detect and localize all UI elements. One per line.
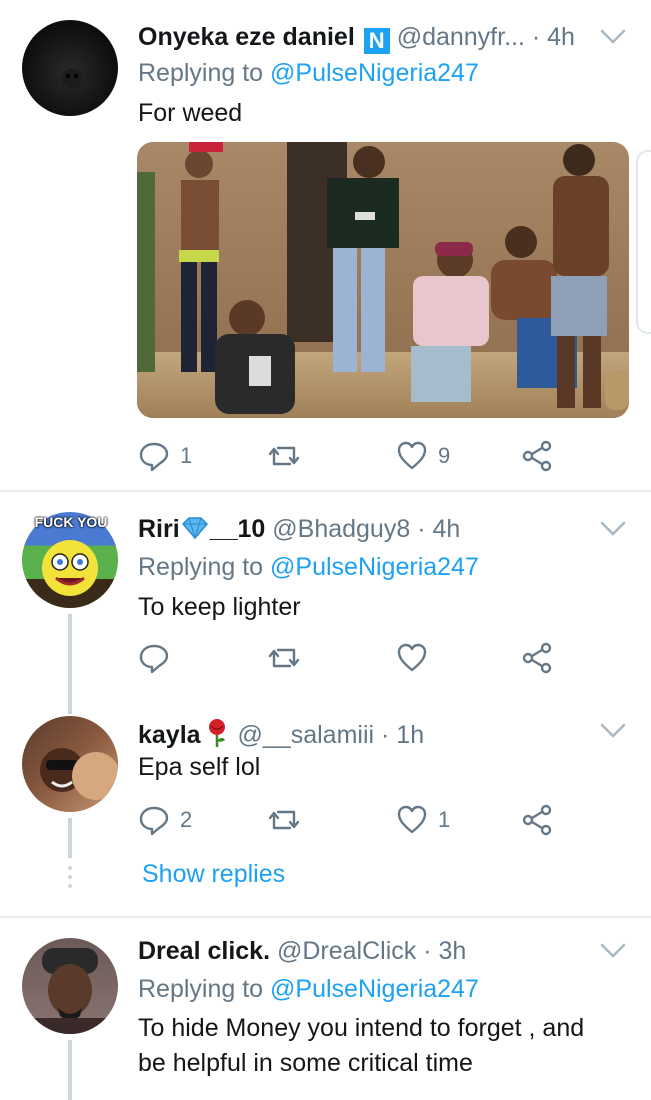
- tweet-4[interactable]: Dreal click. @DrealClick · 3h Replying t…: [0, 918, 651, 1100]
- handle[interactable]: @dannyfr...: [397, 23, 525, 51]
- reply-icon: [139, 644, 169, 674]
- display-name[interactable]: kayla: [138, 721, 201, 749]
- reply-count: 1: [180, 443, 193, 468]
- handle[interactable]: @Bhadguy8: [272, 515, 410, 543]
- tweet-text: Epa self lol: [138, 753, 261, 781]
- like-button[interactable]: 1: [396, 802, 450, 838]
- n-badge-icon: N: [363, 28, 390, 54]
- reply-icon: [139, 806, 169, 836]
- replying-to: Replying to @PulseNigeria247: [138, 975, 479, 1003]
- thread-dots: [68, 866, 72, 888]
- tweet-header: Riri __10 @Bhadguy8 · 4h: [138, 514, 460, 544]
- display-name[interactable]: Riri: [138, 515, 180, 543]
- replying-to-link[interactable]: @PulseNigeria247: [270, 59, 479, 87]
- avatar-skull-image: [62, 68, 82, 88]
- like-button[interactable]: [396, 640, 428, 676]
- tweet-2[interactable]: FUCK YOU Riri __10 @Bhadguy8 · 4h Replyin…: [0, 492, 651, 714]
- retweet-icon: [268, 648, 300, 668]
- share-button[interactable]: [522, 640, 554, 676]
- tweet-1[interactable]: Onyeka eze daniel N @dannyfr... · 4h Rep…: [0, 0, 651, 490]
- scrollbar[interactable]: [636, 150, 651, 334]
- avatar-photo-image: [22, 948, 118, 1034]
- show-replies-link[interactable]: Show replies: [142, 860, 285, 889]
- tweet-text-line-2: be helpful in some critical time: [138, 1049, 473, 1077]
- thread-line: [68, 818, 72, 858]
- retweet-button[interactable]: [268, 438, 310, 474]
- replying-to-link[interactable]: @PulseNigeria247: [270, 553, 479, 581]
- reply-icon: [139, 442, 169, 472]
- tweet-text: To keep lighter: [138, 593, 301, 621]
- like-button[interactable]: 9: [396, 438, 450, 474]
- reply-count: 2: [180, 807, 193, 832]
- tweet-header: kayla @__salamiii · 1h: [138, 718, 424, 750]
- reply-button[interactable]: 1: [138, 438, 192, 474]
- reply-button[interactable]: [138, 640, 180, 676]
- tweet-actions: 1 9: [138, 438, 558, 474]
- diamond-icon: [181, 517, 208, 540]
- share-icon: [522, 804, 552, 836]
- heart-icon: [397, 643, 427, 672]
- chevron-down-icon[interactable]: [600, 28, 626, 46]
- replying-to-link[interactable]: @PulseNigeria247: [270, 975, 479, 1003]
- tweet-actions: 2 1: [138, 802, 558, 838]
- chevron-down-icon[interactable]: [600, 722, 626, 740]
- thread-line: [68, 1040, 72, 1100]
- tweet-header: Onyeka eze daniel N @dannyfr... · 4h: [138, 22, 575, 54]
- chevron-down-icon[interactable]: [600, 520, 626, 538]
- thread-line: [68, 614, 72, 714]
- heart-icon: [397, 441, 427, 470]
- avatar[interactable]: [22, 938, 118, 1034]
- heart-icon: [397, 805, 427, 834]
- retweet-button[interactable]: [268, 802, 300, 838]
- like-count: 1: [438, 807, 451, 832]
- retweet-icon: [268, 810, 300, 830]
- display-name[interactable]: Onyeka eze daniel: [138, 23, 355, 51]
- share-button[interactable]: [522, 802, 554, 838]
- timestamp[interactable]: · 4h: [417, 515, 460, 543]
- chevron-down-icon[interactable]: [600, 942, 626, 960]
- timestamp[interactable]: · 4h: [532, 23, 575, 51]
- display-name[interactable]: Dreal click.: [138, 937, 270, 965]
- retweet-icon: [268, 446, 300, 466]
- avatar-photo-image: [40, 748, 118, 800]
- avatar[interactable]: [22, 20, 118, 116]
- timestamp[interactable]: · 3h: [423, 937, 466, 965]
- tweet-header: Dreal click. @DrealClick · 3h: [138, 936, 466, 966]
- replying-to: Replying to @PulseNigeria247: [138, 59, 479, 87]
- display-name-suffix: __10: [209, 515, 266, 543]
- avatar-caption: FUCK YOU: [34, 514, 108, 530]
- tweet-actions: [138, 640, 558, 676]
- like-count: 9: [438, 443, 451, 468]
- tweet-photo[interactable]: [137, 142, 629, 418]
- handle[interactable]: @__salamiii: [238, 721, 375, 749]
- share-icon: [522, 642, 552, 674]
- timestamp[interactable]: · 1h: [381, 721, 424, 749]
- avatar[interactable]: [22, 716, 118, 812]
- tweet-text: For weed: [138, 99, 243, 127]
- retweet-button[interactable]: [268, 640, 300, 676]
- share-button[interactable]: [522, 438, 554, 474]
- photo-image: [137, 142, 629, 418]
- rose-icon: [208, 719, 225, 747]
- tweet-3[interactable]: kayla @__salamiii · 1h Epa self lol 2 1 …: [0, 700, 651, 914]
- reply-button[interactable]: 2: [138, 802, 192, 838]
- share-icon: [522, 440, 552, 472]
- handle[interactable]: @DrealClick: [277, 937, 416, 965]
- replying-to: Replying to @PulseNigeria247: [138, 553, 479, 581]
- tweet-text-line-1: To hide Money you intend to forget , and: [138, 1014, 585, 1042]
